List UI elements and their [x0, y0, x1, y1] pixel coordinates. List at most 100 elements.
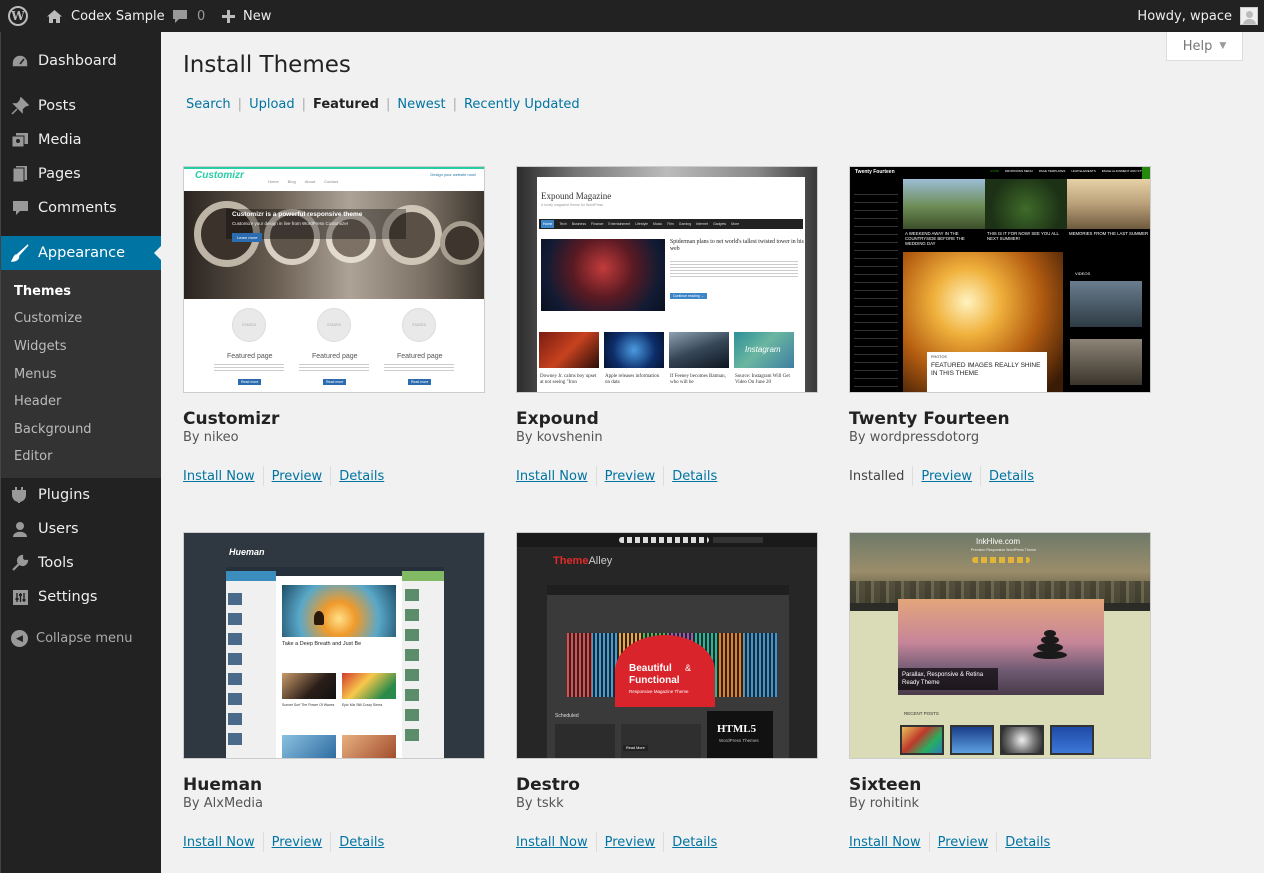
shot-featured: Featured page: [397, 353, 443, 360]
shot-post-title: Sunset Surf The Power Of Waves: [282, 703, 335, 707]
theme-screenshot[interactable]: Twenty Fourteen HOME DROPDOWN MENU PAGE …: [849, 166, 1151, 393]
details-link[interactable]: Details: [672, 469, 717, 484]
shot-scheduled: Scheduled: [555, 713, 579, 719]
install-now-link[interactable]: Install Now: [183, 469, 255, 484]
details-link[interactable]: Details: [672, 835, 717, 850]
details-link[interactable]: Details: [339, 835, 384, 850]
submenu-header[interactable]: Header: [14, 394, 61, 409]
theme-screenshot[interactable]: InkHive.com Premium Responsive WordPress…: [849, 532, 1151, 759]
shot-logo: Alley: [588, 555, 613, 567]
wordpress-logo-icon[interactable]: W: [8, 0, 30, 32]
sidebar-item-users[interactable]: Users: [1, 512, 161, 546]
submenu-editor[interactable]: Editor: [14, 449, 52, 464]
theme-author: By tskk: [516, 796, 564, 811]
filter-search[interactable]: Search: [186, 97, 231, 112]
filter-recently-updated[interactable]: Recently Updated: [464, 97, 580, 112]
shot-nav: Finance: [590, 222, 604, 226]
install-now-link[interactable]: Install Now: [183, 835, 255, 850]
theme-name: Destro: [516, 775, 580, 795]
sidebar-item-tools[interactable]: Tools: [1, 546, 161, 580]
theme-screenshot[interactable]: Expound Magazine A lovely magazine theme…: [516, 166, 818, 393]
shot-read-more: Read More: [623, 745, 648, 751]
sidebar-item-plugins[interactable]: Plugins: [1, 478, 161, 512]
shot-badge-sub: Responsive Magazine Theme: [629, 689, 689, 694]
comments-link[interactable]: 0: [172, 0, 205, 32]
shot-nav: Gadgets: [712, 222, 727, 226]
theme-name: Expound: [516, 409, 599, 429]
theme-screenshot[interactable]: Theme Alley Beautiful & Functional Respo…: [516, 532, 818, 759]
sidebar-item-label: Appearance: [38, 245, 126, 261]
help-tab-button[interactable]: Help ▼: [1166, 32, 1243, 61]
collapse-menu-button[interactable]: ◀ Collapse menu: [11, 630, 133, 647]
sidebar-item-label: Pages: [38, 166, 81, 182]
sidebar-item-pages[interactable]: Pages: [1, 157, 161, 191]
admin-sidebar: Dashboard Posts Media Pages Comments App…: [0, 32, 162, 873]
shot-nav: PAGE TEMPLATES: [1038, 169, 1066, 173]
preview-link[interactable]: Preview: [605, 469, 656, 484]
new-content-link[interactable]: New: [222, 0, 271, 32]
submenu-menus[interactable]: Menus: [14, 367, 56, 382]
shot-button: Continue reading →: [670, 293, 708, 299]
plugin-icon: [10, 485, 30, 505]
appearance-submenu: Themes Customize Widgets Menus Header Ba…: [1, 270, 161, 478]
details-link[interactable]: Details: [339, 469, 384, 484]
plus-icon: [222, 9, 235, 23]
howdy-label: Howdy, wpace: [1137, 8, 1232, 24]
preview-link[interactable]: Preview: [938, 835, 989, 850]
sidebar-item-comments[interactable]: Comments: [1, 191, 161, 225]
shot-circle-label: STAGED: [242, 323, 257, 327]
shot-badge: Functional: [629, 675, 680, 686]
theme-actions: Install Now Preview Details: [516, 466, 717, 486]
theme-screenshot[interactable]: Customizr Design your website now! Home …: [183, 166, 485, 393]
preview-link[interactable]: Preview: [605, 835, 656, 850]
account-menu[interactable]: Howdy, wpace: [1137, 0, 1258, 32]
details-link[interactable]: Details: [1005, 835, 1050, 850]
submenu-background[interactable]: Background: [14, 422, 92, 437]
install-now-link[interactable]: Install Now: [516, 469, 588, 484]
shot-caption: THIS IS IT FOR NOW! SEE YOU ALL NEXT SUM…: [987, 231, 1059, 241]
sidebar-item-posts[interactable]: Posts: [1, 89, 161, 123]
details-link[interactable]: Details: [989, 469, 1034, 484]
site-name-label: Codex Sample: [71, 8, 165, 24]
sidebar-item-label: Posts: [38, 98, 76, 114]
shot-feature-cat: PHOTOS: [931, 355, 947, 359]
preview-link[interactable]: Preview: [272, 835, 323, 850]
help-label: Help: [1182, 38, 1213, 54]
shot-badge: Beautiful: [629, 663, 672, 674]
sidebar-item-settings[interactable]: Settings: [1, 580, 161, 614]
sidebar-item-appearance[interactable]: Appearance: [1, 236, 162, 270]
site-name-link[interactable]: Codex Sample: [46, 0, 165, 32]
theme-author: By AlxMedia: [183, 796, 263, 811]
media-icon: [10, 130, 30, 150]
preview-link[interactable]: Preview: [921, 469, 972, 484]
theme-screenshot[interactable]: Hueman Take a Deep Breath and Just Be Su…: [183, 532, 485, 759]
shot-site-sub: Premium Responsive WordPress Theme: [971, 548, 1036, 552]
shot-nav: Home: [268, 179, 279, 184]
shot-headline: Customizr is a powerful responsive theme: [232, 211, 363, 218]
theme-card-expound: Expound Magazine A lovely magazine theme…: [516, 166, 818, 486]
filter-upload[interactable]: Upload: [249, 97, 295, 112]
shot-nav: Tech: [559, 222, 567, 226]
theme-author: By rohitink: [849, 796, 920, 811]
shot-logo: Theme: [553, 555, 589, 567]
shot-slider: Customizr is a powerful responsive theme…: [184, 191, 484, 299]
filter-newest[interactable]: Newest: [397, 97, 445, 112]
sidebar-item-media[interactable]: Media: [1, 123, 161, 157]
comment-count: 0: [197, 8, 206, 24]
main-content: Help ▼ Install Themes Search | Upload | Fe…: [161, 32, 1264, 873]
submenu-themes[interactable]: Themes: [14, 284, 71, 299]
shot-nav: Entertainment: [608, 222, 631, 226]
sidebar-item-dashboard[interactable]: Dashboard: [1, 44, 161, 78]
submenu-customize[interactable]: Customize: [14, 311, 82, 326]
install-now-link[interactable]: Install Now: [516, 835, 588, 850]
install-now-link[interactable]: Install Now: [849, 835, 921, 850]
theme-card-sixteen: InkHive.com Premium Responsive WordPress…: [849, 532, 1151, 852]
submenu-widgets[interactable]: Widgets: [14, 339, 67, 354]
preview-link[interactable]: Preview: [272, 469, 323, 484]
shot-featured: Featured page: [312, 353, 358, 360]
shot-logo: Hueman: [229, 547, 265, 557]
filter-featured[interactable]: Featured: [313, 97, 379, 112]
shot-feature-title: FEATURED IMAGES REALLY SHINE IN THIS THE…: [931, 362, 1041, 377]
sidebar-item-label: Tools: [38, 555, 74, 571]
theme-filter-links: Search | Upload | Featured | Newest | Recent…: [186, 97, 580, 112]
